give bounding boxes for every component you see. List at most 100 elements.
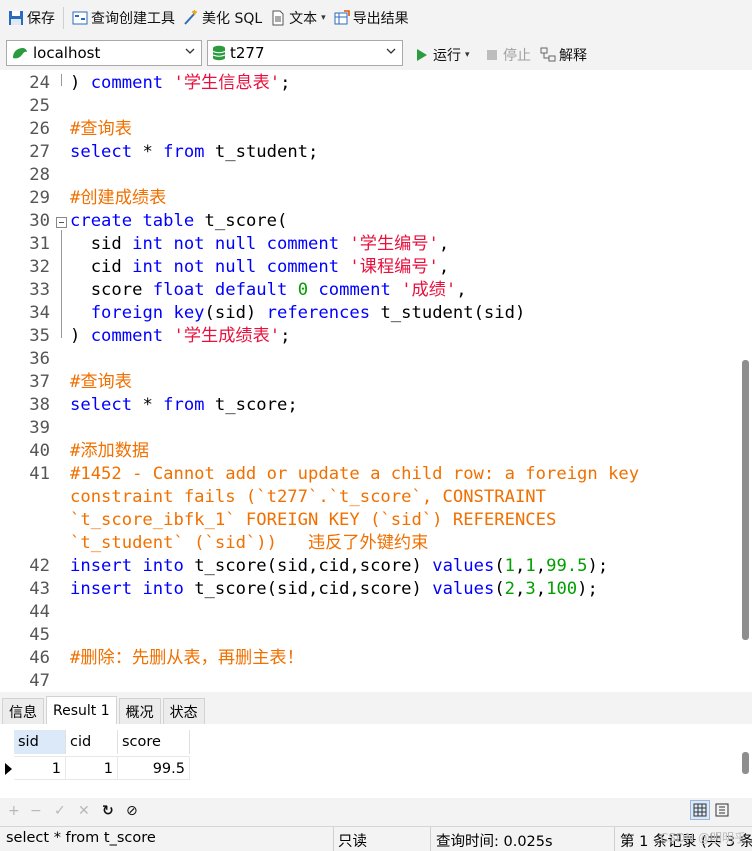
- code-token: select: [70, 395, 133, 415]
- code-text: sid int not null comment '学生编号',: [70, 233, 450, 256]
- status-query: select * from t_score: [6, 830, 156, 846]
- tab-info[interactable]: 信息: [2, 698, 44, 724]
- status-bar: select * from t_score 只读 查询时间: 0.025s 第 …: [0, 826, 752, 851]
- code-text: #1452 - Cannot add or update a child row…: [70, 463, 639, 486]
- line-number: 26: [29, 119, 50, 139]
- query-builder-button[interactable]: 查询创建工具: [68, 3, 179, 33]
- tab-result-1[interactable]: Result 1: [46, 696, 117, 724]
- code-line: 29 #创建成绩表: [0, 187, 740, 210]
- editor-vertical-scrollbar[interactable]: [738, 70, 752, 692]
- save-button[interactable]: 保存: [4, 3, 59, 33]
- code-line: 26 #查询表: [0, 118, 740, 141]
- database-value: t277: [230, 44, 265, 62]
- code-token: values: [432, 579, 495, 599]
- apply-changes-icon[interactable]: ✓: [54, 803, 66, 819]
- run-button[interactable]: 运行 ▾: [410, 40, 474, 70]
- cell-value: 1: [103, 761, 113, 777]
- line-number: 47: [29, 671, 50, 691]
- code-token: t_score(sid,cid,score): [183, 556, 433, 576]
- code-line: constraint fails (`t277`.`t_score`, CONS…: [0, 486, 740, 509]
- connection-bar: localhost t277 运行 ▾ 停止 解释: [0, 36, 752, 68]
- beautify-sql-button[interactable]: 美化 SQL: [179, 3, 266, 33]
- code-line: 45: [0, 624, 740, 647]
- grid-scroll-thumb[interactable]: [742, 752, 749, 774]
- code-token: #添加数据: [70, 441, 150, 461]
- run-label: 运行: [433, 48, 461, 64]
- table-cell[interactable]: 1: [14, 756, 66, 780]
- current-row-indicator-icon: [5, 763, 12, 775]
- code-token: 100: [546, 579, 578, 599]
- code-token: t_student;: [204, 142, 319, 162]
- column-header-sid[interactable]: sid: [14, 730, 66, 754]
- fold-collapse-icon[interactable]: [56, 217, 67, 228]
- code-token: 3: [525, 579, 536, 599]
- code-token: int not null comment: [132, 257, 340, 277]
- code-line: 34 foreign key(sid) references t_student…: [0, 302, 740, 325]
- table-cell[interactable]: 99.5: [118, 756, 190, 780]
- tab-label: Result 1: [53, 702, 110, 719]
- status-divider: [333, 827, 334, 851]
- text-dropdown[interactable]: 文本 ▾: [266, 3, 330, 33]
- code-token: cid: [70, 257, 133, 277]
- code-token: from: [163, 395, 205, 415]
- code-line: 33 score float default 0 comment '成绩',: [0, 279, 740, 302]
- line-number: 37: [29, 372, 50, 392]
- line-number: 41: [29, 464, 50, 484]
- stop-refresh-icon[interactable]: ⊘: [126, 803, 138, 819]
- code-text: cid int not null comment '课程编号',: [70, 256, 450, 279]
- code-line: `t_student` (`sid`)) 违反了外键约束: [0, 532, 740, 555]
- text-label: 文本: [289, 11, 318, 27]
- query-builder-label: 查询创建工具: [91, 11, 175, 27]
- code-token: score: [70, 280, 153, 300]
- tab-profile[interactable]: 概况: [118, 698, 161, 724]
- code-text: select * from t_score;: [70, 394, 298, 417]
- refresh-icon[interactable]: ↻: [102, 803, 114, 819]
- result-grid[interactable]: sid cid score 1 1 99.5: [0, 724, 752, 798]
- code-token: 1: [504, 556, 516, 576]
- main-toolbar: 保存 查询创建工具 美化 SQL 文本 ▾ 导出结果: [0, 0, 752, 36]
- tab-label: 概况: [125, 704, 154, 721]
- line-number: 29: [29, 188, 50, 208]
- fold-guide: [61, 230, 62, 338]
- code-text: #查询表: [70, 118, 132, 141]
- code-token: '课程编号': [349, 257, 439, 277]
- column-header-score[interactable]: score: [118, 730, 190, 754]
- code-token: ,: [438, 234, 450, 254]
- code-token: (: [494, 579, 505, 599]
- database-select[interactable]: t277: [207, 40, 403, 66]
- status-query-time: 查询时间: 0.025s: [436, 834, 553, 850]
- code-token: ;: [280, 326, 291, 346]
- stop-button[interactable]: 停止: [480, 40, 535, 70]
- server-icon: [11, 45, 29, 61]
- line-number: 24: [29, 73, 50, 93]
- tab-status[interactable]: 状态: [162, 698, 205, 724]
- code-token: into: [142, 556, 184, 576]
- code-line: 41 #1452 - Cannot add or update a child r…: [0, 463, 740, 486]
- code-token: table: [142, 211, 195, 231]
- export-results-button[interactable]: 导出结果: [330, 3, 413, 33]
- discard-changes-icon[interactable]: ✕: [78, 803, 90, 819]
- code-line: `t_score_ibfk_1` FOREIGN KEY (`sid`) REF…: [0, 509, 740, 532]
- code-token: t_score(: [194, 211, 288, 231]
- editor-scroll-thumb[interactable]: [742, 360, 749, 640]
- sql-editor[interactable]: 24) comment '学生信息表'; 25 26 #查询表 27 select * f…: [0, 70, 752, 692]
- grid-view-icon[interactable]: [690, 800, 710, 820]
- table-cell[interactable]: 1: [66, 756, 118, 780]
- code-token: t_score(sid,cid,score): [183, 579, 433, 599]
- add-record-icon[interactable]: +: [8, 803, 20, 819]
- stop-icon: [484, 47, 500, 63]
- delete-record-icon[interactable]: −: [30, 803, 42, 819]
- code-line: 27 select * from t_student;: [0, 141, 740, 164]
- form-view-icon[interactable]: [714, 802, 730, 818]
- column-header-cid[interactable]: cid: [66, 730, 118, 754]
- code-token: '学生编号': [349, 234, 439, 254]
- explain-button[interactable]: 解释: [536, 40, 591, 70]
- server-select[interactable]: localhost: [6, 40, 202, 66]
- line-number: 43: [29, 579, 50, 599]
